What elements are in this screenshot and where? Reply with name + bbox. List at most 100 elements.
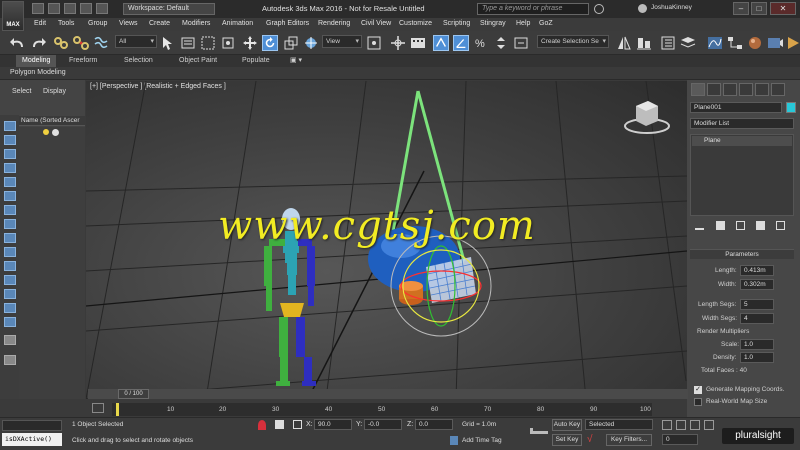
x-coordinate-input[interactable]: 90.0 — [314, 419, 352, 430]
align-icon[interactable] — [636, 35, 652, 51]
explorer-pin-icon[interactable] — [4, 355, 16, 365]
minimize-button[interactable]: – — [733, 2, 749, 15]
menu-views[interactable]: Views — [119, 20, 138, 27]
new-file-icon[interactable] — [32, 3, 44, 14]
undo-quick-icon[interactable] — [80, 3, 92, 14]
pivot-center-icon[interactable] — [366, 35, 382, 51]
ribbon-tab-modeling[interactable]: Modeling — [16, 55, 57, 67]
width-input[interactable]: 0.302m — [740, 279, 774, 290]
modifier-list-dropdown[interactable]: Modifier List — [690, 118, 794, 129]
go-to-start-icon[interactable] — [662, 420, 672, 430]
close-button[interactable]: ✕ — [770, 2, 796, 15]
menu-goz[interactable]: GoZ — [539, 20, 553, 27]
scale-input[interactable]: 1.0 — [740, 339, 774, 350]
explorer-filter-icon-15[interactable] — [4, 317, 16, 327]
selection-lock-icon[interactable] — [275, 420, 284, 429]
auto-key-button[interactable]: Auto Key — [552, 419, 582, 431]
explorer-filter-icon-11[interactable] — [4, 261, 16, 271]
open-file-icon[interactable] — [48, 3, 60, 14]
display-tab-icon[interactable] — [755, 83, 769, 96]
schematic-view-icon[interactable] — [727, 35, 743, 51]
generate-mapping-checkbox[interactable]: ✓ — [694, 386, 702, 394]
redo-icon[interactable] — [30, 35, 46, 51]
rotate-button[interactable] — [262, 35, 278, 51]
length-segs-input[interactable]: 5 — [740, 299, 774, 310]
save-file-icon[interactable] — [64, 3, 76, 14]
spinner-snap-icon[interactable] — [493, 35, 509, 51]
isolate-selection-icon[interactable] — [258, 420, 266, 430]
snaps-toggle-button[interactable] — [433, 35, 449, 51]
explorer-tab-display[interactable]: Display — [43, 88, 66, 95]
time-slider-track[interactable] — [88, 389, 688, 399]
modify-tab-icon[interactable] — [707, 83, 721, 96]
menu-stingray[interactable]: Stingray — [480, 20, 506, 27]
configure-sets-icon[interactable] — [776, 221, 785, 230]
explorer-filter-icon-12[interactable] — [4, 275, 16, 285]
undo-icon[interactable] — [10, 35, 26, 51]
explorer-filter-icon-2[interactable] — [4, 135, 16, 145]
viewcube[interactable] — [624, 101, 670, 134]
visibility-icon[interactable] — [52, 129, 59, 136]
reference-coordinate-dropdown[interactable]: View — [322, 35, 362, 48]
explorer-column-header[interactable]: Name (Sorted Ascer — [19, 116, 85, 126]
width-segs-input[interactable]: 4 — [740, 313, 774, 324]
explorer-filter-icon-4[interactable] — [4, 163, 16, 173]
menu-edit[interactable]: Edit — [34, 20, 46, 27]
menu-civil-view[interactable]: Civil View — [361, 20, 391, 27]
scale-icon[interactable] — [283, 35, 299, 51]
angle-snap-button[interactable] — [453, 35, 469, 51]
key-filters-button[interactable]: Key Filters... — [606, 434, 652, 446]
workspace-dropdown[interactable]: Workspace: Default — [123, 3, 215, 15]
key-selection-dropdown[interactable]: Selected — [585, 419, 653, 430]
ribbon-options-icon[interactable]: ▣ ▾ — [284, 55, 308, 67]
z-coordinate-input[interactable]: 0.0 — [415, 419, 453, 430]
absolute-mode-icon[interactable] — [293, 420, 302, 429]
create-tab-icon[interactable] — [691, 83, 705, 96]
menu-tools[interactable]: Tools — [58, 20, 74, 27]
set-key-button[interactable]: Set Key — [552, 434, 582, 446]
parameters-rollout-title[interactable]: Parameters — [690, 249, 794, 259]
mirror-icon[interactable] — [616, 35, 632, 51]
pin-stack-icon[interactable] — [695, 221, 704, 230]
menu-scripting[interactable]: Scripting — [443, 20, 470, 27]
time-slider[interactable]: 0 / 100 — [118, 389, 149, 399]
explorer-filter-icon-9[interactable] — [4, 233, 16, 243]
remove-modifier-icon[interactable] — [756, 221, 765, 230]
explorer-filter-icon-14[interactable] — [4, 303, 16, 313]
explorer-filter-icon-7[interactable] — [4, 205, 16, 215]
object-name-field[interactable]: Plane001 — [690, 102, 782, 113]
explorer-tab-select[interactable]: Select — [12, 88, 31, 95]
menu-animation[interactable]: Animation — [222, 20, 253, 27]
density-input[interactable]: 1.0 — [740, 352, 774, 363]
layer-explorer-icon[interactable] — [680, 35, 696, 51]
ribbon-tab-object-paint[interactable]: Object Paint — [173, 55, 223, 67]
curve-editor-icon[interactable] — [707, 35, 723, 51]
search-input[interactable]: Type a keyword or phrase — [477, 3, 589, 15]
redo-quick-icon[interactable] — [96, 3, 108, 14]
track-bar[interactable]: 10 20 30 40 50 60 70 80 90 100 — [112, 403, 652, 416]
play-icon[interactable] — [690, 420, 700, 430]
explorer-filter-icon-6[interactable] — [4, 191, 16, 201]
percent-snap-icon[interactable]: % — [473, 35, 489, 51]
ribbon-tab-populate[interactable]: Populate — [236, 55, 276, 67]
unlink-icon[interactable] — [73, 35, 89, 51]
rectangular-selection-icon[interactable] — [200, 35, 216, 51]
selection-filter-dropdown[interactable]: All — [115, 35, 157, 48]
menu-rendering[interactable]: Rendering — [318, 20, 350, 27]
menu-group[interactable]: Group — [88, 20, 107, 27]
ribbon-subpanel-label[interactable]: Polygon Modeling — [10, 69, 66, 76]
show-end-result-icon[interactable] — [716, 221, 725, 230]
maximize-button[interactable]: □ — [751, 2, 767, 15]
maxscript-listener-top[interactable] — [2, 420, 62, 431]
ribbon-tab-freeform[interactable]: Freeform — [63, 55, 103, 67]
current-frame-input[interactable]: 0 — [662, 434, 698, 445]
add-time-tag-button[interactable]: Add Time Tag — [462, 437, 502, 444]
explorer-filter-icon-5[interactable] — [4, 177, 16, 187]
render-setup-icon[interactable] — [767, 35, 783, 51]
real-world-map-checkbox[interactable] — [694, 398, 702, 406]
select-by-name-icon[interactable] — [180, 35, 196, 51]
object-color-swatch[interactable] — [786, 102, 796, 113]
user-name[interactable]: JoshuaKinney — [651, 4, 692, 11]
menu-customize[interactable]: Customize — [399, 20, 432, 27]
perspective-viewport[interactable]: [+] [Perspective ] [Realistic + Edged Fa… — [86, 81, 687, 399]
